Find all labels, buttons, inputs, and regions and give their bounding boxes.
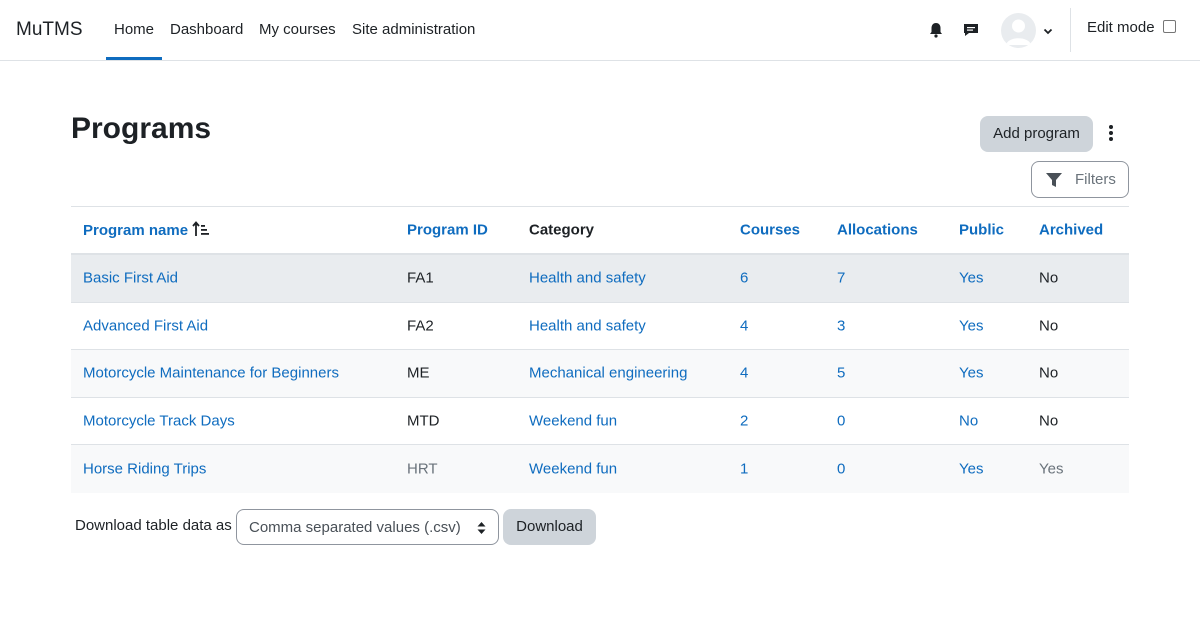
program-id: ME xyxy=(407,364,430,382)
courses-count-link[interactable]: 1 xyxy=(740,460,748,477)
program-id: FA2 xyxy=(407,317,434,335)
chevron-down-icon[interactable] xyxy=(1042,25,1054,37)
program-name-link[interactable]: Motorcycle Maintenance for Beginners xyxy=(83,365,339,382)
header-program-id[interactable]: Program ID xyxy=(407,222,488,239)
allocations-count-link[interactable]: 3 xyxy=(837,317,845,334)
table-header: Program name Program ID Category Courses… xyxy=(71,207,1129,255)
filters-button[interactable]: Filters xyxy=(1031,161,1129,198)
allocations-count-link[interactable]: 0 xyxy=(837,460,845,477)
edit-mode-toggle[interactable] xyxy=(1163,20,1176,33)
nav-my-courses[interactable]: My courses xyxy=(259,21,336,38)
category-link[interactable]: Health and safety xyxy=(529,270,646,287)
archived-value: No xyxy=(1039,317,1059,335)
courses-count-link[interactable]: 6 xyxy=(740,270,748,287)
header-allocations[interactable]: Allocations xyxy=(837,222,918,239)
program-name-link[interactable]: Basic First Aid xyxy=(83,270,178,287)
program-name-link[interactable]: Advanced First Aid xyxy=(83,317,208,334)
archived-value: No xyxy=(1039,412,1059,430)
top-navbar: MuTMS Home Dashboard My courses Site adm… xyxy=(0,0,1200,61)
messages-icon[interactable] xyxy=(962,21,980,39)
download-button[interactable]: Download xyxy=(503,509,596,545)
add-program-button[interactable]: Add program xyxy=(980,116,1093,152)
category-link[interactable]: Weekend fun xyxy=(529,412,617,429)
allocations-count-link[interactable]: 0 xyxy=(837,412,845,429)
default-user-icon xyxy=(1006,19,1031,45)
category-link[interactable]: Health and safety xyxy=(529,317,646,334)
public-link[interactable]: No xyxy=(959,412,978,429)
allocations-count-link[interactable]: 5 xyxy=(837,365,845,382)
navbar-divider xyxy=(1070,8,1071,52)
courses-count-link[interactable]: 4 xyxy=(740,365,748,382)
sort-ascending-icon xyxy=(192,221,210,236)
download-format-select[interactable]: Comma separated values (.csv) xyxy=(236,509,499,545)
program-id: MTD xyxy=(407,412,440,430)
public-link[interactable]: Yes xyxy=(959,317,983,334)
nav-site-administration[interactable]: Site administration xyxy=(352,21,475,38)
notifications-bell-icon[interactable] xyxy=(927,21,945,39)
category-link[interactable]: Weekend fun xyxy=(529,460,617,477)
public-link[interactable]: Yes xyxy=(959,270,983,287)
table-row: Advanced First Aid FA2 Health and safety… xyxy=(71,303,1129,350)
header-category: Category xyxy=(529,221,595,239)
archived-value: No xyxy=(1039,364,1059,382)
courses-count-link[interactable]: 4 xyxy=(740,317,748,334)
archived-value: Yes xyxy=(1039,460,1064,478)
program-id: FA1 xyxy=(407,269,434,287)
header-archived[interactable]: Archived xyxy=(1039,222,1103,239)
more-actions-icon[interactable] xyxy=(1102,123,1120,143)
table-row: Motorcycle Track Days MTD Weekend fun 2 … xyxy=(71,398,1129,445)
program-name-link[interactable]: Horse Riding Trips xyxy=(83,460,206,477)
table-row: Motorcycle Maintenance for Beginners ME … xyxy=(71,350,1129,398)
allocations-count-link[interactable]: 7 xyxy=(837,270,845,287)
category-link[interactable]: Mechanical engineering xyxy=(529,365,687,382)
filter-icon xyxy=(1046,173,1062,187)
filters-label: Filters xyxy=(1075,171,1116,188)
page-title: Programs xyxy=(71,112,212,145)
table-row: Horse Riding Trips HRT Weekend fun 1 0 Y… xyxy=(71,445,1129,493)
download-label: Download table data as xyxy=(75,517,232,534)
download-format-value: Comma separated values (.csv) xyxy=(249,519,461,536)
programs-table: Program name Program ID Category Courses… xyxy=(71,206,1129,493)
header-courses[interactable]: Courses xyxy=(740,222,800,239)
select-arrows-icon xyxy=(477,522,486,534)
archived-value: No xyxy=(1039,269,1059,287)
public-link[interactable]: Yes xyxy=(959,365,983,382)
nav-active-indicator xyxy=(106,57,162,60)
user-avatar[interactable] xyxy=(1001,13,1036,48)
nav-home[interactable]: Home xyxy=(114,21,154,38)
header-program-name[interactable]: Program name xyxy=(83,221,210,239)
table-row: Basic First Aid FA1 Health and safety 6 … xyxy=(71,255,1129,303)
nav-dashboard[interactable]: Dashboard xyxy=(170,21,243,38)
program-id: HRT xyxy=(407,460,438,478)
public-link[interactable]: Yes xyxy=(959,460,983,477)
site-brand[interactable]: MuTMS xyxy=(16,19,83,41)
edit-mode-label: Edit mode xyxy=(1087,19,1155,36)
courses-count-link[interactable]: 2 xyxy=(740,412,748,429)
program-name-link[interactable]: Motorcycle Track Days xyxy=(83,412,235,429)
header-public[interactable]: Public xyxy=(959,222,1004,239)
